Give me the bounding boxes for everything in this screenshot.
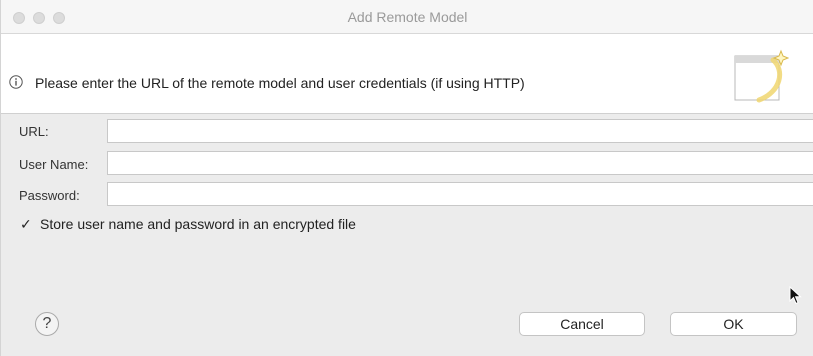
add-remote-model-dialog: Add Remote Model Please enter the URL of… <box>0 0 813 356</box>
password-input[interactable] <box>107 182 813 206</box>
store-credentials-checkbox[interactable]: ✓ Store user name and password in an enc… <box>20 215 356 233</box>
store-credentials-label: Store user name and password in an encry… <box>40 216 356 232</box>
cancel-button[interactable]: Cancel <box>519 312 645 336</box>
header-banner: Please enter the URL of the remote model… <box>1 34 813 114</box>
user-name-input[interactable] <box>107 151 813 175</box>
password-label: Password: <box>19 188 80 203</box>
window-title: Add Remote Model <box>347 9 468 25</box>
ok-button[interactable]: OK <box>670 312 797 336</box>
title-bar[interactable]: Add Remote Model <box>1 0 813 34</box>
user-name-label: User Name: <box>19 157 89 172</box>
wizard-banner-icon <box>734 49 789 103</box>
url-label: URL: <box>19 124 49 139</box>
help-button[interactable]: ? <box>35 312 59 336</box>
mouse-cursor-icon <box>789 286 802 305</box>
info-icon <box>9 75 23 89</box>
help-icon: ? <box>42 315 52 332</box>
checkmark-icon: ✓ <box>20 215 32 232</box>
instruction-message: Please enter the URL of the remote model… <box>35 75 525 91</box>
url-input[interactable] <box>107 119 813 143</box>
